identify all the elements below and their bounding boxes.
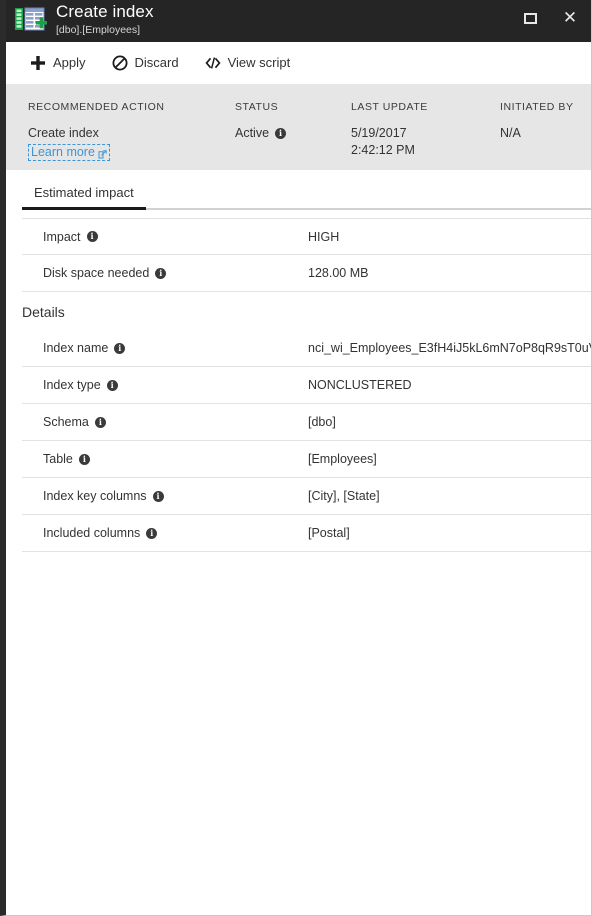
discard-label: Discard xyxy=(134,55,179,70)
create-index-blade: Create index [dbo].[Employees] ✕ Apply D… xyxy=(0,0,592,916)
apply-label: Apply xyxy=(53,55,86,70)
index-name-label-text: Index name xyxy=(43,341,109,355)
restore-icon xyxy=(523,12,537,24)
table-row: Index type i NONCLUSTERED xyxy=(22,367,591,404)
view-script-button[interactable]: View script xyxy=(205,50,291,76)
row-label-table: Table i xyxy=(22,452,308,466)
row-value-impact: HIGH xyxy=(308,229,340,244)
info-icon[interactable]: i xyxy=(94,416,106,428)
title-bar: Create index [dbo].[Employees] ✕ xyxy=(6,0,591,42)
learn-more-label: Learn more xyxy=(31,145,95,159)
table-row: Table i [Employees] xyxy=(22,441,591,478)
initiated-by-value: N/A xyxy=(500,126,521,140)
page-title: Create index xyxy=(56,2,154,21)
restore-button[interactable] xyxy=(515,7,545,29)
view-script-label: View script xyxy=(227,55,291,70)
table-row: Disk space needed i 128.00 MB xyxy=(22,255,591,292)
summary-header-recommended-action: RECOMMENDED ACTION xyxy=(28,101,165,113)
row-value-included-columns: [Postal] xyxy=(308,526,350,540)
summary-col-initiated-by: INITIATED BY N/A xyxy=(500,100,574,142)
discard-button[interactable]: Discard xyxy=(112,50,179,76)
row-label-disk-space-needed: Disk space needed i xyxy=(22,266,308,280)
summary-header-status: STATUS xyxy=(235,101,279,113)
impact-label-text: Impact xyxy=(43,229,81,244)
last-update-date: 5/19/2017 xyxy=(351,126,407,140)
tab-estimated-impact-label: Estimated impact xyxy=(34,185,134,200)
last-update-time: 2:42:12 PM xyxy=(351,143,415,157)
apply-button[interactable]: Apply xyxy=(30,50,86,76)
external-link-icon xyxy=(98,148,107,159)
window-controls: ✕ xyxy=(515,7,585,29)
close-button[interactable]: ✕ xyxy=(555,7,585,29)
info-icon[interactable]: i xyxy=(114,342,126,354)
table-row: Index key columns i [City], [State] xyxy=(22,478,591,515)
recommendation-summary-band: RECOMMENDED ACTION Create index Learn mo… xyxy=(6,84,591,170)
table-row: Impact i HIGH xyxy=(22,218,591,255)
summary-header-last-update: LAST UPDATE xyxy=(351,101,428,113)
summary-header-initiated-by: INITIATED BY xyxy=(500,101,574,113)
no-entry-icon xyxy=(112,55,128,71)
code-brackets-icon xyxy=(205,55,221,71)
close-icon: ✕ xyxy=(562,7,578,28)
status-badge: Active i xyxy=(235,125,287,142)
title-text-group: Create index [dbo].[Employees] xyxy=(56,2,154,37)
row-label-index-name: Index name i xyxy=(22,341,308,355)
tab-strip: Estimated impact xyxy=(6,170,591,210)
plus-icon xyxy=(30,55,46,71)
index-key-columns-label-text: Index key columns xyxy=(43,489,147,503)
row-value-index-key-columns: [City], [State] xyxy=(308,489,380,503)
create-index-table-icon xyxy=(14,6,48,36)
row-label-impact: Impact i xyxy=(22,230,308,244)
row-value-disk-space-needed: 128.00 MB xyxy=(308,266,369,280)
row-value-index-name: nci_wi_Employees_E3fH4iJ5kL6mN7oP8qR9sT0… xyxy=(308,341,591,355)
info-icon[interactable]: i xyxy=(78,453,90,465)
summary-col-recommended-action: RECOMMENDED ACTION Create index Learn mo… xyxy=(28,100,165,161)
table-label-text: Table xyxy=(43,452,73,466)
summary-value-recommended-action: Create index xyxy=(28,126,99,140)
table-row: Included columns i [Postal] xyxy=(22,515,591,552)
info-icon[interactable]: i xyxy=(152,490,164,502)
schema-label-text: Schema xyxy=(43,415,89,429)
table-row: Index name i nci_wi_Employees_E3fH4iJ5kL… xyxy=(22,330,591,367)
index-type-label-text: Index type xyxy=(43,378,101,392)
info-icon[interactable]: i xyxy=(86,231,98,242)
command-bar: Apply Discard View script xyxy=(6,42,591,84)
row-label-index-key-columns: Index key columns i xyxy=(22,489,308,503)
learn-more-link[interactable]: Learn more xyxy=(28,144,110,161)
table-row: Schema i [dbo] xyxy=(22,404,591,441)
row-value-table: [Employees] xyxy=(308,452,377,466)
row-value-schema: [dbo] xyxy=(308,415,336,429)
disk-space-label-text: Disk space needed xyxy=(43,266,150,280)
summary-col-last-update: LAST UPDATE 5/19/2017 2:42:12 PM xyxy=(351,100,428,159)
details-section-heading: Details xyxy=(22,304,65,320)
content-area: Impact i HIGH Disk space needed i 128.00… xyxy=(6,210,591,552)
row-label-schema: Schema i xyxy=(22,415,308,429)
row-value-index-type: NONCLUSTERED xyxy=(308,378,412,392)
info-icon[interactable]: i xyxy=(106,379,118,391)
summary-col-status: STATUS Active i xyxy=(235,100,287,142)
info-icon[interactable]: i xyxy=(155,267,167,279)
row-label-index-type: Index type i xyxy=(22,378,308,392)
row-label-included-columns: Included columns i xyxy=(22,526,308,540)
info-icon[interactable]: i xyxy=(146,527,158,539)
included-columns-label-text: Included columns xyxy=(43,526,141,540)
info-icon[interactable]: i xyxy=(275,128,287,139)
status-value: Active xyxy=(235,126,270,140)
tab-estimated-impact[interactable]: Estimated impact xyxy=(22,185,146,210)
page-subtitle: [dbo].[Employees] xyxy=(56,24,141,36)
